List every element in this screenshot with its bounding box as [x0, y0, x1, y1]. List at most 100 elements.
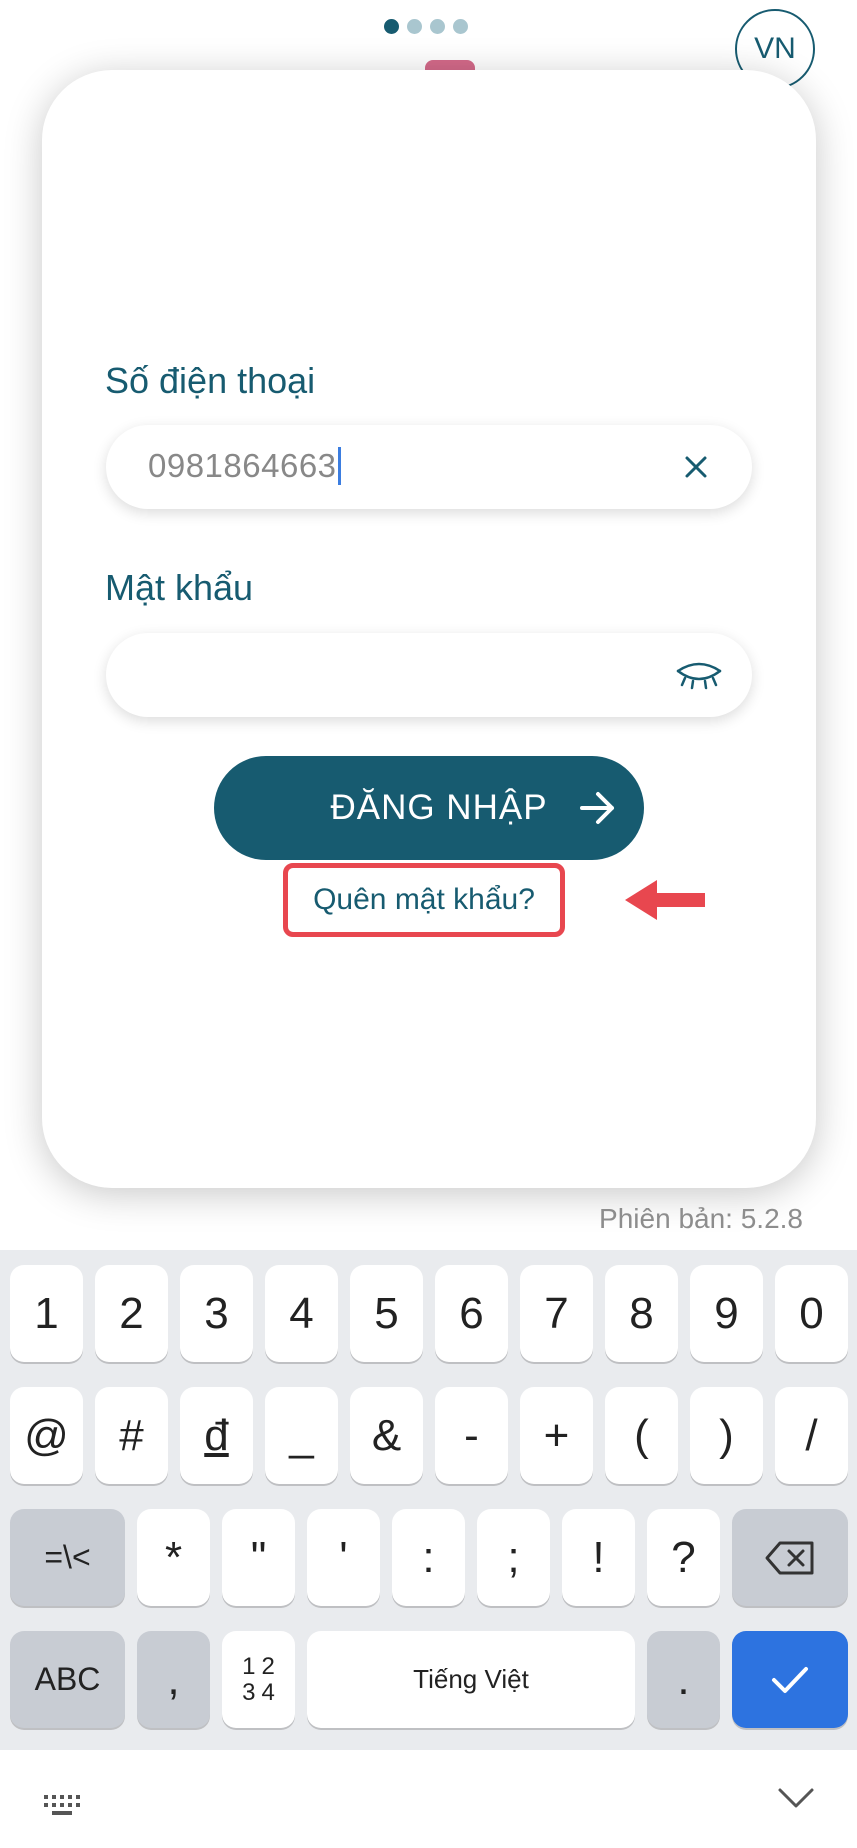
key-7[interactable]: 7	[520, 1265, 593, 1362]
key-label: (	[634, 1410, 649, 1460]
key-abc[interactable]: ABC	[10, 1631, 125, 1728]
key-label: 7	[544, 1288, 569, 1338]
arrow-right-icon	[580, 792, 614, 824]
key-question[interactable]: ?	[647, 1509, 720, 1606]
key-minus[interactable]: -	[435, 1387, 508, 1484]
forgot-password-link[interactable]: Quên mật khẩu?	[283, 863, 565, 937]
numeric-keyboard: 1 2 3 4 5 6 7 8 9 0 @ # đ _ & - + ( ) / …	[0, 1250, 857, 1750]
key-label: -	[464, 1410, 479, 1460]
key-4[interactable]: 4	[265, 1265, 338, 1362]
key-label: +	[543, 1410, 570, 1460]
backspace-key[interactable]	[732, 1509, 848, 1606]
key-6[interactable]: 6	[435, 1265, 508, 1362]
key-underscore[interactable]: _	[265, 1387, 338, 1484]
key-label: Tiếng Việt	[413, 1664, 529, 1694]
key-ampersand[interactable]: &	[350, 1387, 423, 1484]
login-button[interactable]: ĐĂNG NHẬP	[214, 756, 644, 860]
numpad-digit: 1	[242, 1652, 256, 1680]
key-close-paren[interactable]: )	[690, 1387, 763, 1484]
key-9[interactable]: 9	[690, 1265, 763, 1362]
key-label: đ	[204, 1410, 229, 1460]
check-icon	[772, 1666, 808, 1693]
key-5[interactable]: 5	[350, 1265, 423, 1362]
page-dot	[407, 19, 422, 34]
key-label: )	[719, 1410, 734, 1460]
key-plus[interactable]: +	[520, 1387, 593, 1484]
key-3[interactable]: 3	[180, 1265, 253, 1362]
key-apostrophe[interactable]: '	[307, 1509, 380, 1606]
key-label: #	[119, 1410, 144, 1460]
phone-text: 0981864663	[148, 447, 337, 484]
phone-input-value: 0981864663	[148, 447, 341, 487]
key-label: @	[24, 1410, 69, 1460]
key-slash[interactable]: /	[775, 1387, 848, 1484]
password-input[interactable]	[106, 633, 752, 717]
clear-icon[interactable]	[674, 445, 718, 489]
login-button-label: ĐĂNG NHẬP	[330, 788, 548, 827]
key-label: ;	[507, 1532, 520, 1582]
top-bar: VN	[0, 0, 857, 89]
key-label: ,	[167, 1654, 180, 1704]
annotation-arrow-icon	[625, 880, 705, 920]
key-label: 2	[119, 1288, 144, 1338]
backspace-icon	[765, 1541, 814, 1574]
key-0[interactable]: 0	[775, 1265, 848, 1362]
key-asterisk[interactable]: *	[137, 1509, 210, 1606]
key-label: &	[371, 1410, 402, 1460]
numpad-label: 1 2 3 4	[242, 1652, 275, 1706]
system-nav-bar	[0, 1750, 857, 1848]
app-version: Phiên bản: 5.2.8	[599, 1203, 803, 1234]
login-card: Số điện thoại 0981864663 Mật khẩu ĐĂNG N…	[42, 70, 816, 1188]
key-label: 0	[799, 1288, 824, 1338]
space-key[interactable]: Tiếng Việt	[307, 1631, 635, 1728]
numpad-digit: 2	[261, 1652, 275, 1680]
eye-closed-icon[interactable]	[672, 655, 726, 697]
keyboard-icon[interactable]	[43, 1793, 83, 1817]
key-exclamation[interactable]: !	[562, 1509, 635, 1606]
numpad-digit: 3	[242, 1678, 256, 1706]
key-label: '	[339, 1532, 348, 1582]
key-label: "	[250, 1532, 267, 1582]
key-label: 9	[714, 1288, 739, 1338]
key-label: *	[164, 1532, 183, 1582]
key-label: 4	[289, 1288, 314, 1338]
key-numpad-switch[interactable]: 1 2 3 4	[222, 1631, 295, 1728]
key-label: ?	[671, 1532, 696, 1582]
key-label: _	[289, 1410, 314, 1460]
key-hash[interactable]: #	[95, 1387, 168, 1484]
key-open-paren[interactable]: (	[605, 1387, 678, 1484]
key-label: ABC	[34, 1661, 101, 1697]
key-double-quote[interactable]: "	[222, 1509, 295, 1606]
key-label: 1	[34, 1288, 59, 1338]
page-dot	[453, 19, 468, 34]
key-symbols-switch[interactable]: =\<	[10, 1509, 125, 1606]
key-label: 5	[374, 1288, 399, 1338]
chevron-down-icon[interactable]	[776, 1786, 816, 1810]
key-label: 3	[204, 1288, 229, 1338]
key-at[interactable]: @	[10, 1387, 83, 1484]
key-semicolon[interactable]: ;	[477, 1509, 550, 1606]
key-2[interactable]: 2	[95, 1265, 168, 1362]
key-label: :	[422, 1532, 435, 1582]
language-label: VN	[754, 32, 796, 65]
key-d-stroke[interactable]: đ	[180, 1387, 253, 1484]
key-label: !	[592, 1532, 605, 1582]
key-label: /	[805, 1410, 818, 1460]
text-caret	[337, 447, 341, 486]
key-label: .	[677, 1654, 690, 1704]
page-indicator	[384, 19, 468, 34]
phone-label: Số điện thoại	[105, 360, 316, 401]
key-8[interactable]: 8	[605, 1265, 678, 1362]
password-label: Mật khẩu	[105, 567, 254, 608]
phone-input[interactable]: 0981864663	[106, 425, 752, 509]
done-key[interactable]	[732, 1631, 848, 1728]
page-dot	[430, 19, 445, 34]
key-period[interactable]: .	[647, 1631, 720, 1728]
key-label: =\<	[44, 1539, 91, 1575]
page-dot-active	[384, 19, 399, 34]
key-colon[interactable]: :	[392, 1509, 465, 1606]
key-label: 8	[629, 1288, 654, 1338]
key-comma[interactable]: ,	[137, 1631, 210, 1728]
key-label: 6	[459, 1288, 484, 1338]
key-1[interactable]: 1	[10, 1265, 83, 1362]
